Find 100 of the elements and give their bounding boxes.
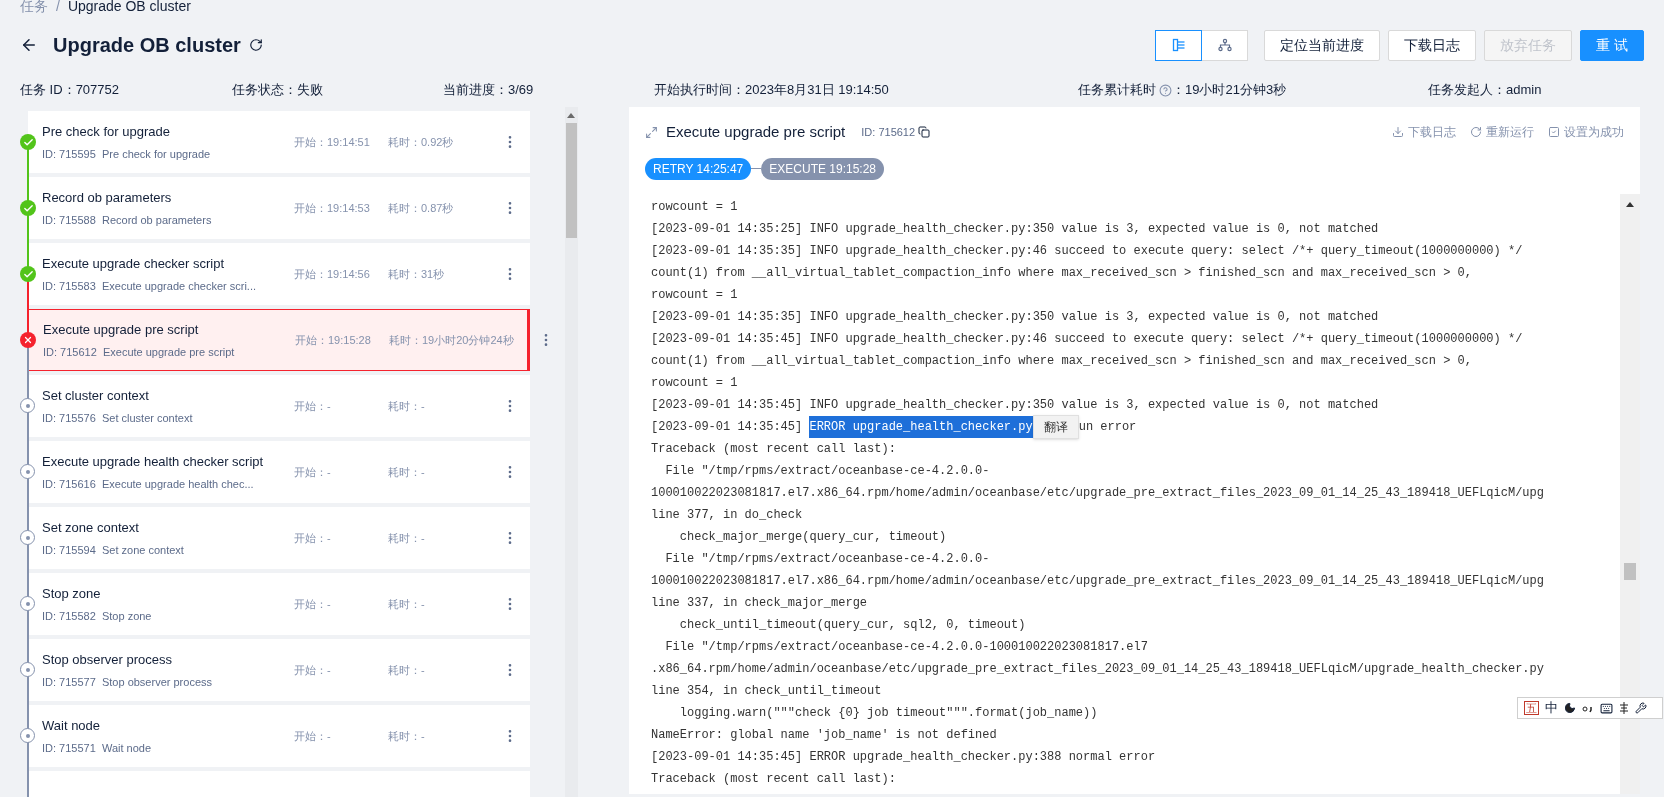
info-label: 当前进度：: [443, 81, 508, 100]
task-description: ID: 715616 Execute upgrade health chec...: [42, 476, 255, 492]
punctuation-icon[interactable]: [1582, 703, 1594, 713]
task-card[interactable]: Stop observer process ID: 715577 Stop observer process 开始：- 耗时：-: [28, 639, 530, 701]
task-card[interactable]: Execute upgrade checker script ID: 715583 Execute upgrade checker scri... 开始：19:14:56 耗时：31秒: [28, 243, 530, 305]
selected-text: ERROR upgrade_health_checker.py: [809, 416, 1033, 438]
translate-popup[interactable]: 翻译: [1032, 415, 1079, 439]
task-duration: 耗时：19小时20分钟24秒: [389, 332, 514, 348]
task-name: Execute upgrade pre script: [43, 321, 200, 339]
task-start: 开始：-: [294, 398, 332, 414]
task-card[interactable]: Wait node ID: 715571 Wait node 开始：- 耗时：-: [28, 705, 530, 767]
task-card[interactable]: Pre check for upgrade ID: 715595 Pre check for upgrade 开始：19:14:51 耗时：0.92秒: [28, 111, 530, 173]
ime-mode[interactable]: 五: [1524, 701, 1539, 715]
keyboard-icon[interactable]: [1600, 701, 1613, 715]
info-label: 任务 ID：: [20, 81, 76, 100]
page-title: Upgrade OB cluster: [53, 33, 241, 58]
task-description: ID: 715583 Execute upgrade checker scri...: [42, 278, 258, 294]
scrollbar[interactable]: [565, 107, 578, 797]
moon-icon[interactable]: [1564, 702, 1576, 714]
ime-language[interactable]: 中: [1545, 698, 1558, 718]
detail-id: ID: 715612: [861, 125, 916, 140]
task-card[interactable]: Set zone context ID: 715594 Set zone context 开始：- 耗时：-: [28, 507, 530, 569]
expand-icon[interactable]: [645, 125, 658, 139]
log-line: 100010022023081817.el7.x86_64.rpm/home/admin/oceanbase/etc/upgrade_pre_extract_files_2023_09_01_14_25_43_189418_UEFLqicM/upg: [651, 485, 1544, 502]
task-card[interactable]: Execute upgrade pre script ID: 715612 Execute upgrade pre script 开始：19:15:28 耗时：19小时20分钟24秒: [28, 309, 530, 371]
log-line: File "/tmp/rpms/extract/oceanbase-ce-4.2.0.0-100010022023081817.el7: [664, 639, 1148, 656]
log-line: check_major_merge(query_cur, timeout): [678, 529, 947, 546]
task-name: Execute upgrade checker script: [42, 255, 226, 273]
half-width-icon[interactable]: [1619, 702, 1629, 714]
task-name: Stop observer process: [42, 651, 174, 669]
error-icon: [20, 332, 36, 348]
help-icon[interactable]: [1159, 83, 1172, 97]
info-value: ：19小时21分钟3秒: [1172, 81, 1287, 100]
task-name: Set zone context: [42, 519, 140, 537]
task-start: 开始：-: [294, 728, 332, 744]
refresh-icon: [1470, 126, 1482, 139]
success-icon: [20, 200, 36, 216]
breadcrumb-item: Upgrade OB cluster: [67, 0, 191, 13]
task-start: 开始：19:14:53: [294, 200, 371, 216]
action-button[interactable]: 下载日志: [1388, 29, 1476, 61]
log-line: 100010022023081817.el7.x86_64.rpm/home/admin/oceanbase/etc/upgrade_pre_extract_files_2023_09_01_14_25_43_189418_UEFLqicM/upg: [651, 573, 1544, 590]
log-line: line 354, in check_until_timeout: [651, 683, 882, 700]
task-duration: 耗时：0.87秒: [388, 200, 454, 216]
view-toggle[interactable]: [1155, 29, 1202, 61]
log-line: [2023-09-01 14:35:35] INFO upgrade_health_checker.py:46 succeed to execute query: select /*+ query_timeout(1000000000) */: [651, 243, 1523, 260]
task-description: ID: 715588 Record ob parameters: [42, 212, 213, 228]
task-description: ID: 715577 Stop observer process: [42, 674, 213, 690]
task-card[interactable]: Execute upgrade health checker script ID: 715616 Execute upgrade health chec... 开始：- 耗时：-: [28, 441, 530, 503]
log-line: File "/tmp/rpms/extract/oceanbase-ce-4.2.0.0-: [664, 463, 990, 480]
download-icon: [1392, 126, 1404, 139]
task-duration: 耗时：-: [388, 596, 425, 612]
log-line: Traceback (most recent call last):: [651, 771, 896, 788]
task-description: ID: 715612 Execute upgrade pre script: [43, 344, 236, 360]
task-start: 开始：19:14:51: [294, 134, 371, 150]
log-line: Traceback (most recent call last):: [651, 441, 896, 458]
task-start: 开始：-: [294, 464, 332, 480]
task-description: ID: 715582 Stop zone: [42, 608, 153, 624]
task-name: Stop zone: [42, 585, 102, 603]
success-icon: [20, 134, 36, 150]
task-duration: 耗时：-: [388, 662, 425, 678]
task-card[interactable]: Record ob parameters ID: 715588 Record ob parameters 开始：19:14:53 耗时：0.87秒: [28, 177, 530, 239]
info-value: admin: [1506, 81, 1542, 100]
task-name: Execute upgrade health checker script: [42, 453, 265, 471]
info-value: 失败: [297, 81, 323, 100]
task-duration: 耗时：-: [388, 464, 425, 480]
task-description: ID: 715595 Pre check for upgrade: [42, 146, 212, 162]
task-card[interactable]: Stop zone ID: 715582 Stop zone 开始：- 耗时：-: [28, 573, 530, 635]
info-value: 2023年8月31日 19:14:50: [745, 81, 889, 100]
log-line: line 337, in check_major_merge: [651, 595, 868, 612]
task-start: 开始：-: [294, 530, 332, 546]
scrollbar[interactable]: [1620, 194, 1640, 794]
detail-title: Execute upgrade pre script: [666, 122, 846, 142]
task-name: Record ob parameters: [42, 189, 173, 207]
task-description: ID: 715571 Wait node: [42, 740, 153, 756]
log-line: un error: [1078, 419, 1137, 436]
checkbox-icon: [1548, 126, 1560, 139]
log-line: [2023-09-01 14:35:45] INFO upgrade_health_checker.py:350 value is 3, expected value is 0, not matched: [651, 397, 1379, 414]
task-start: 开始：-: [294, 662, 332, 678]
log-line: [2023-09-01 14:35:45] INFO upgrade_health_checker.py:46 succeed to execute query: select /*+ query_timeout(1000000000) */: [651, 331, 1523, 348]
task-card[interactable]: Set cluster context ID: 715576 Set cluster context 开始：- 耗时：-: [28, 375, 530, 437]
log-line: line 377, in do_check: [651, 507, 803, 524]
task-description: ID: 715594 Set zone context: [42, 542, 185, 558]
log-line: check_until_timeout(query_cur, sql2, 0, timeout): [678, 617, 1026, 634]
log-line: [2023-09-01 14:35:35] INFO upgrade_health_checker.py:350 value is 3, expected value is 0, not matched: [651, 309, 1379, 326]
log-line: rowcount = 1: [651, 199, 738, 216]
task-start: 开始：19:15:28: [295, 332, 372, 348]
back-icon[interactable]: [20, 36, 38, 54]
log-line: [2023-09-01 14:35:45] ERROR upgrade_health_checker.py:388 normal error: [651, 749, 1156, 766]
task-name: Pre check for upgrade: [42, 123, 171, 141]
wrench-icon[interactable]: [1635, 702, 1647, 714]
log-line: count(1) from __all_virtual_tablet_compaction_info where max_received_scn > finished_scn and max_received_scn > 0,: [651, 265, 1472, 282]
info-label: 任务状态：: [232, 81, 297, 100]
refresh-icon[interactable]: [248, 38, 263, 52]
list-view-icon: [1171, 38, 1186, 52]
copy-icon[interactable]: [918, 126, 931, 139]
info-label: 任务累计耗时: [1078, 81, 1156, 100]
task-name: Set cluster context: [42, 387, 150, 405]
task-start: 开始：-: [294, 596, 332, 612]
task-duration: 耗时：31秒: [388, 266, 445, 282]
action-button[interactable]: 定位当前进度: [1264, 29, 1380, 61]
